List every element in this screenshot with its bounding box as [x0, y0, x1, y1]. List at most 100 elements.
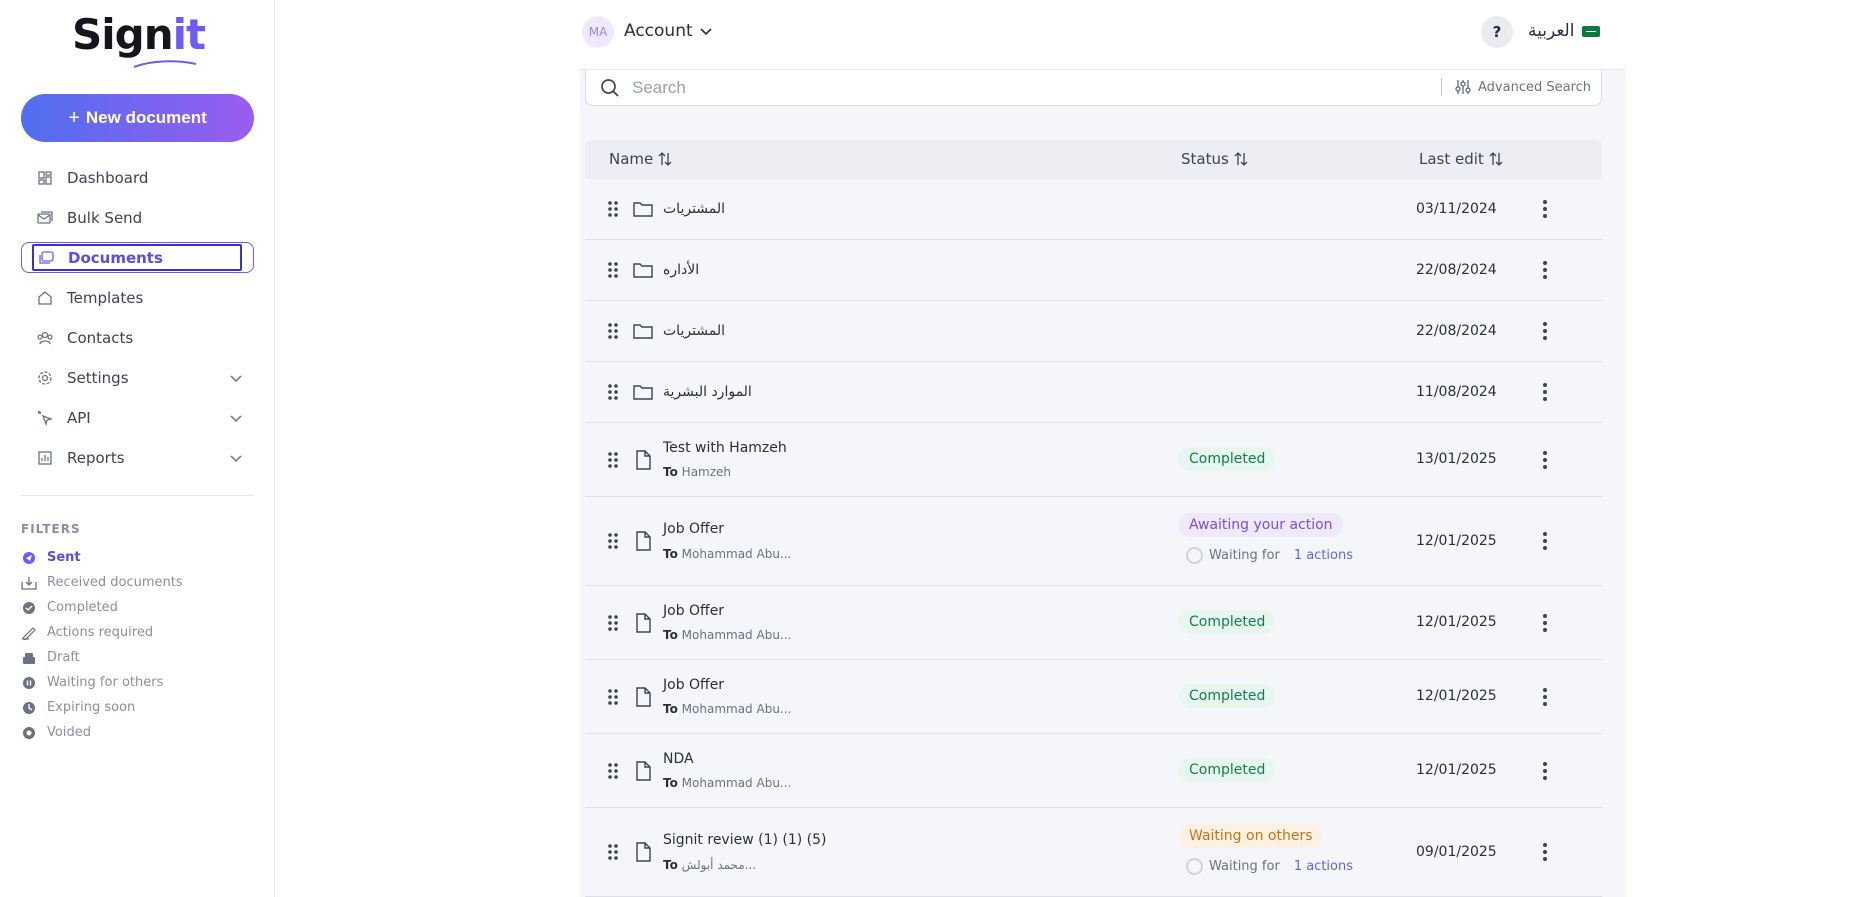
column-label: Last edit	[1419, 150, 1484, 168]
to-prefix: To	[663, 547, 678, 561]
more-actions-icon[interactable]	[1542, 761, 1548, 781]
table-row[interactable]: NDA To Mohammad Abu... Completed 12/01/2…	[585, 734, 1602, 808]
status-badge: Completed	[1179, 758, 1276, 782]
to-prefix: To	[663, 628, 678, 642]
sidebar-item-documents[interactable]: Documents	[21, 242, 254, 273]
more-actions-icon[interactable]	[1542, 450, 1548, 470]
new-document-label: New document	[85, 108, 207, 127]
new-document-button[interactable]: + New document	[21, 94, 254, 142]
more-actions-icon[interactable]	[1542, 613, 1548, 633]
more-actions-icon[interactable]	[1542, 260, 1548, 280]
pause-circle-icon	[21, 675, 37, 691]
filter-label: Actions required	[47, 625, 154, 640]
actions-count-link[interactable]: 1 actions	[1294, 859, 1353, 874]
chevron-down-icon[interactable]	[228, 450, 244, 466]
table-row[interactable]: الأداره 22/08/2024	[585, 240, 1602, 301]
search-input[interactable]	[632, 76, 1412, 100]
saudi-flag-icon	[1582, 25, 1601, 37]
column-last-edit[interactable]: Last edit	[1419, 150, 1504, 168]
avatar[interactable]: MA	[582, 16, 614, 48]
recipient-name: محمد أبولش...	[681, 858, 757, 872]
language-switch[interactable]: العربية	[1528, 21, 1601, 41]
filter-actions-required[interactable]: Actions required	[21, 620, 183, 645]
folder-icon	[633, 263, 653, 278]
column-label: Name	[609, 150, 654, 168]
drag-handle-icon[interactable]	[607, 200, 619, 218]
sidebar-item-bulk-send[interactable]: Bulk Send	[21, 198, 254, 238]
filter-sent[interactable]: Sent	[21, 545, 183, 570]
signit-logo[interactable]: Signit	[72, 10, 206, 59]
more-actions-icon[interactable]	[1542, 687, 1548, 707]
voided-circle-icon	[21, 725, 37, 741]
document-icon	[636, 842, 651, 862]
sidebar-item-contacts[interactable]: Contacts	[21, 318, 254, 358]
more-actions-icon[interactable]	[1542, 382, 1548, 402]
more-actions-icon[interactable]	[1542, 321, 1548, 341]
sidebar-item-label: API	[67, 409, 91, 427]
sidebar-item-api[interactable]: API	[21, 398, 254, 438]
drag-handle-icon[interactable]	[607, 614, 619, 632]
table-row[interactable]: Job Offer To Mohammad Abu... Completed 1…	[585, 586, 1602, 660]
row-name: Job Offer	[663, 677, 725, 693]
drag-handle-icon[interactable]	[607, 843, 619, 861]
column-name[interactable]: Name	[609, 150, 673, 168]
filter-label: Expiring soon	[47, 700, 136, 715]
sidebar-nav: Dashboard Bulk Send Documents Templates …	[21, 158, 254, 478]
more-actions-icon[interactable]	[1542, 199, 1548, 219]
filter-draft[interactable]: Draft	[21, 645, 183, 670]
column-status[interactable]: Status	[1181, 150, 1249, 168]
sidebar-item-templates[interactable]: Templates	[21, 278, 254, 318]
account-menu[interactable]: Account	[624, 21, 713, 41]
table-row[interactable]: المشتريات 03/11/2024	[585, 179, 1602, 240]
top-header: MA Account ? العربية	[580, 0, 1625, 70]
row-recipient: To Mohammad Abu...	[663, 702, 791, 716]
help-button[interactable]: ?	[1481, 16, 1513, 48]
drag-handle-icon[interactable]	[607, 451, 619, 469]
dashboard-icon	[37, 170, 53, 186]
filter-waiting-for-others[interactable]: Waiting for others	[21, 670, 183, 695]
sidebar-divider	[21, 495, 254, 496]
chevron-down-icon[interactable]	[228, 410, 244, 426]
filters-list: Sent Received documents Completed Action…	[21, 545, 183, 745]
reports-icon	[37, 450, 53, 466]
table-row[interactable]: Signit review (1) (1) (5) To محمد أبولش.…	[585, 808, 1602, 897]
document-icon	[636, 450, 651, 470]
sidebar-item-dashboard[interactable]: Dashboard	[21, 158, 254, 198]
to-prefix: To	[663, 858, 678, 872]
drag-handle-icon[interactable]	[607, 532, 619, 550]
table-row[interactable]: Job Offer To Mohammad Abu... Awaiting yo…	[585, 497, 1602, 586]
filter-expiring-soon[interactable]: Expiring soon	[21, 695, 183, 720]
table-row[interactable]: المشتريات 22/08/2024	[585, 301, 1602, 362]
advanced-search-button[interactable]: Advanced Search	[1454, 78, 1591, 96]
drag-handle-icon[interactable]	[607, 261, 619, 279]
more-actions-icon[interactable]	[1542, 531, 1548, 551]
table-row[interactable]: الموارد البشرية 11/08/2024	[585, 362, 1602, 423]
row-name: Signit review (1) (1) (5)	[663, 832, 827, 848]
actions-count-link[interactable]: 1 actions	[1294, 548, 1353, 563]
table-row[interactable]: Job Offer To Mohammad Abu... Completed 1…	[585, 660, 1602, 734]
advanced-search-label: Advanced Search	[1478, 79, 1592, 95]
search-separator	[1441, 78, 1442, 96]
sidebar-item-reports[interactable]: Reports	[21, 438, 254, 478]
drag-handle-icon[interactable]	[607, 383, 619, 401]
drag-handle-icon[interactable]	[607, 322, 619, 340]
filter-label: Voided	[47, 725, 91, 740]
sort-icon	[658, 152, 672, 166]
to-prefix: To	[663, 702, 678, 716]
chevron-down-icon[interactable]	[228, 370, 244, 386]
filter-received-documents[interactable]: Received documents	[21, 570, 183, 595]
row-name: NDA	[663, 751, 694, 767]
sidebar: Signit + New document Dashboard Bulk Sen…	[0, 0, 275, 897]
sidebar-item-settings[interactable]: Settings	[21, 358, 254, 398]
drag-handle-icon[interactable]	[607, 762, 619, 780]
filter-completed[interactable]: Completed	[21, 595, 183, 620]
row-date: 09/01/2025	[1416, 844, 1497, 860]
row-name: الأداره	[663, 262, 700, 278]
filter-voided[interactable]: Voided	[21, 720, 183, 745]
logo-swoosh-icon	[133, 60, 197, 68]
table-row[interactable]: Test with Hamzeh To Hamzeh Completed 13/…	[585, 423, 1602, 497]
more-actions-icon[interactable]	[1542, 842, 1548, 862]
sent-icon	[21, 550, 37, 566]
status-badge: Completed	[1179, 610, 1276, 634]
drag-handle-icon[interactable]	[607, 688, 619, 706]
